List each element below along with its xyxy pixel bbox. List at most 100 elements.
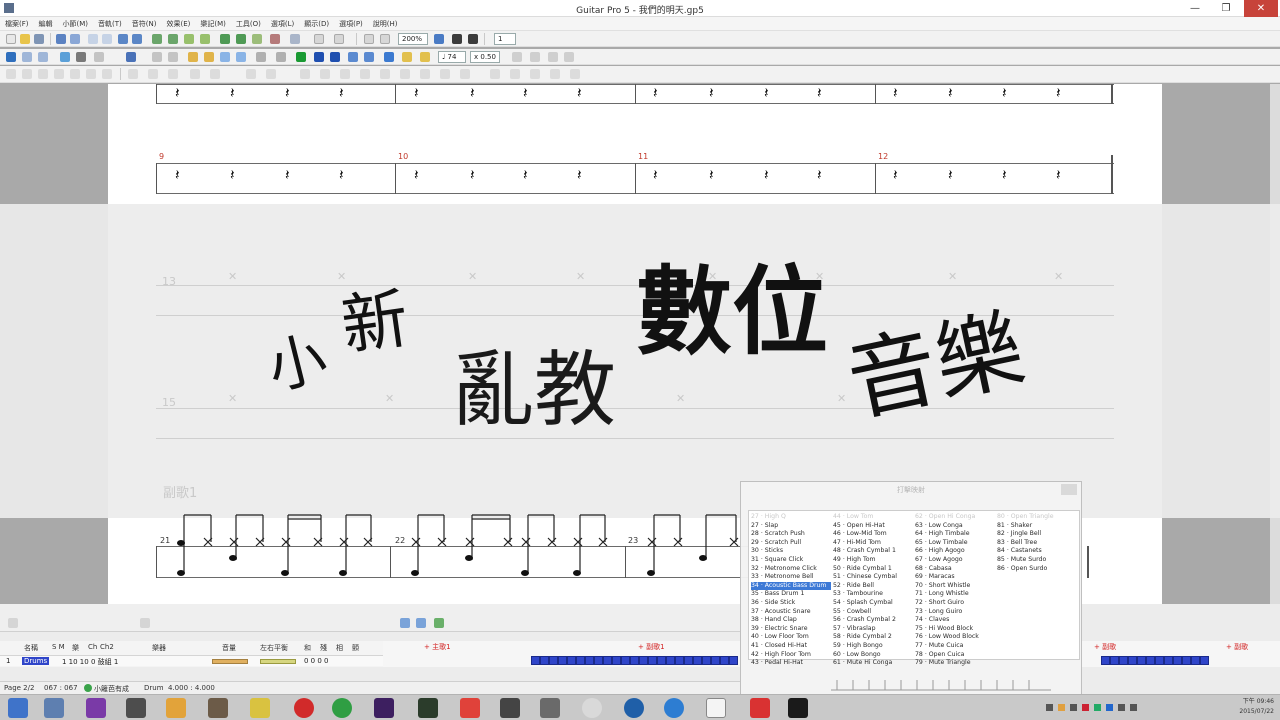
rest[interactable]: 𝄽 xyxy=(817,84,822,102)
drum-item[interactable]: 77 · Mute Cuica xyxy=(915,642,995,651)
app-icon-19[interactable] xyxy=(788,698,808,718)
drum-item[interactable]: 29 · Scratch Pull xyxy=(751,539,831,548)
drum-item[interactable]: 43 · Pedal Hi-Hat xyxy=(751,659,831,668)
fit-icon[interactable] xyxy=(434,34,444,44)
drum-item[interactable]: 49 · High Tom xyxy=(833,556,913,565)
drum-item[interactable]: 59 · High Bongo xyxy=(833,642,913,651)
drum-item[interactable]: 33 · Metronome Bell xyxy=(751,573,831,582)
rest[interactable]: 𝄽 xyxy=(709,166,714,184)
hammer-icon[interactable] xyxy=(340,69,350,79)
zoom-select[interactable]: 200% xyxy=(398,33,428,45)
dotted-icon[interactable] xyxy=(128,69,138,79)
menu-options2[interactable]: 選項(P) xyxy=(334,17,368,29)
undo-icon[interactable] xyxy=(118,34,128,44)
lightroom-icon[interactable] xyxy=(418,698,438,718)
menu-options[interactable]: 選項(L) xyxy=(266,17,299,29)
rest[interactable]: 𝄽 xyxy=(1002,166,1007,184)
drum-item[interactable]: 41 · Closed Hi-Hat xyxy=(751,642,831,651)
rest[interactable]: 𝄽 xyxy=(893,166,898,184)
chord-diagram-icon[interactable] xyxy=(510,69,520,79)
drum-item[interactable]: 55 · Cowbell xyxy=(833,608,913,617)
rest[interactable]: 𝄽 xyxy=(175,166,180,184)
sustain-icon[interactable] xyxy=(548,52,558,62)
track-view-icon[interactable] xyxy=(400,618,410,628)
rest[interactable]: 𝄽 xyxy=(230,166,235,184)
app-icon-14[interactable] xyxy=(582,698,602,718)
rest[interactable]: 𝄽 xyxy=(817,166,822,184)
page-field[interactable]: 1 xyxy=(494,33,516,45)
fadein-icon[interactable] xyxy=(564,52,574,62)
half-note-icon[interactable] xyxy=(22,69,32,79)
drum-item[interactable]: 81 · Shaker xyxy=(997,522,1077,531)
copy-icon[interactable] xyxy=(102,34,112,44)
menu-view[interactable]: 顯示(D) xyxy=(299,17,334,29)
pan-slider[interactable] xyxy=(260,659,296,664)
drum-item[interactable]: 30 · Sticks xyxy=(751,547,831,556)
drum-item[interactable]: 51 · Chinese Cymbal xyxy=(833,573,913,582)
drum-item[interactable]: 50 · Ride Cymbal 1 xyxy=(833,565,913,574)
skip-end-icon[interactable] xyxy=(330,52,340,62)
drum-item[interactable]: 69 · Maracas xyxy=(915,573,995,582)
drum-item[interactable]: 60 · Low Bongo xyxy=(833,651,913,660)
redo-icon[interactable] xyxy=(132,34,142,44)
refresh-icon[interactable] xyxy=(384,52,394,62)
check-icon[interactable] xyxy=(6,52,16,62)
chord-icon[interactable] xyxy=(420,52,430,62)
app-icon-12[interactable] xyxy=(500,698,520,718)
drum-item[interactable]: 39 · Electric Snare xyxy=(751,625,831,634)
screen-view-icon[interactable] xyxy=(314,34,324,44)
drum-item[interactable]: 75 · Hi Wood Block xyxy=(915,625,995,634)
tremolo-icon[interactable] xyxy=(420,69,430,79)
drum-item[interactable]: 78 · Open Cuica xyxy=(915,651,995,660)
menu-tools[interactable]: 工具(O) xyxy=(231,17,266,29)
loop-icon[interactable] xyxy=(126,52,136,62)
drum-item[interactable]: 57 · Vibraslap xyxy=(833,625,913,634)
app-icon-17[interactable] xyxy=(706,698,726,718)
bar-repeat-icon[interactable] xyxy=(200,34,210,44)
track-icon[interactable] xyxy=(140,618,150,628)
track-view-icon[interactable] xyxy=(434,618,444,628)
rest[interactable]: 𝄽 xyxy=(653,84,658,102)
menu-effects[interactable]: 效果(E) xyxy=(161,17,195,29)
guitarpro-icon[interactable] xyxy=(750,698,770,718)
flash-icon[interactable] xyxy=(460,698,480,718)
drum-item[interactable]: 40 · Low Floor Tom xyxy=(751,633,831,642)
bar-props-icon[interactable] xyxy=(184,34,194,44)
drum-item[interactable]: 74 · Claves xyxy=(915,616,995,625)
drum-item[interactable]: 36 · Side Stick xyxy=(751,599,831,608)
menu-edit[interactable]: 編輯 xyxy=(34,17,58,29)
rest-icon[interactable] xyxy=(190,69,200,79)
drum-item[interactable]: 82 · Jingle Bell xyxy=(997,530,1077,539)
drum-item[interactable]: 35 · Bass Drum 1 xyxy=(751,590,831,599)
drum-item[interactable]: 73 · Long Guiro xyxy=(915,608,995,617)
drum-map-panel[interactable]: 打擊映射 27 · High Q 27 · Slap 28 · Scratch … xyxy=(740,481,1082,695)
midi-icon[interactable] xyxy=(364,52,374,62)
rest[interactable]: 𝄽 xyxy=(339,84,344,102)
sixtyfourth-note-icon[interactable] xyxy=(102,69,112,79)
rest[interactable]: 𝄽 xyxy=(414,84,419,102)
rse-icon[interactable] xyxy=(204,52,214,62)
tie-icon[interactable] xyxy=(168,69,178,79)
new-file-icon[interactable] xyxy=(6,34,16,44)
palm-mute-icon[interactable] xyxy=(246,69,256,79)
start-icon[interactable] xyxy=(8,698,28,718)
tuner-icon[interactable] xyxy=(452,34,462,44)
rest[interactable]: 𝄽 xyxy=(285,166,290,184)
speed-field[interactable]: x 0.50 xyxy=(470,51,500,63)
rest[interactable]: 𝄽 xyxy=(764,166,769,184)
drum-item[interactable]: 47 · Hi-Mid Tom xyxy=(833,539,913,548)
drum-item[interactable]: 31 · Square Click xyxy=(751,556,831,565)
drum-item[interactable]: 71 · Long Whistle xyxy=(915,590,995,599)
multitrack-icon[interactable] xyxy=(364,34,374,44)
skip-start-icon[interactable] xyxy=(314,52,324,62)
open-folder-icon[interactable] xyxy=(20,34,30,44)
app-icon-16[interactable] xyxy=(664,698,684,718)
play-icon[interactable] xyxy=(296,52,306,62)
drum-item[interactable]: 27 · Slap xyxy=(751,522,831,531)
rewind-icon[interactable] xyxy=(256,52,266,62)
drum-item[interactable]: 58 · Ride Cymbal 2 xyxy=(833,633,913,642)
menu-bar-measure[interactable]: 小節(M) xyxy=(58,17,94,29)
sixteenth-note-icon[interactable] xyxy=(70,69,80,79)
rest[interactable]: 𝄽 xyxy=(470,166,475,184)
premiere-icon[interactable] xyxy=(374,698,394,718)
